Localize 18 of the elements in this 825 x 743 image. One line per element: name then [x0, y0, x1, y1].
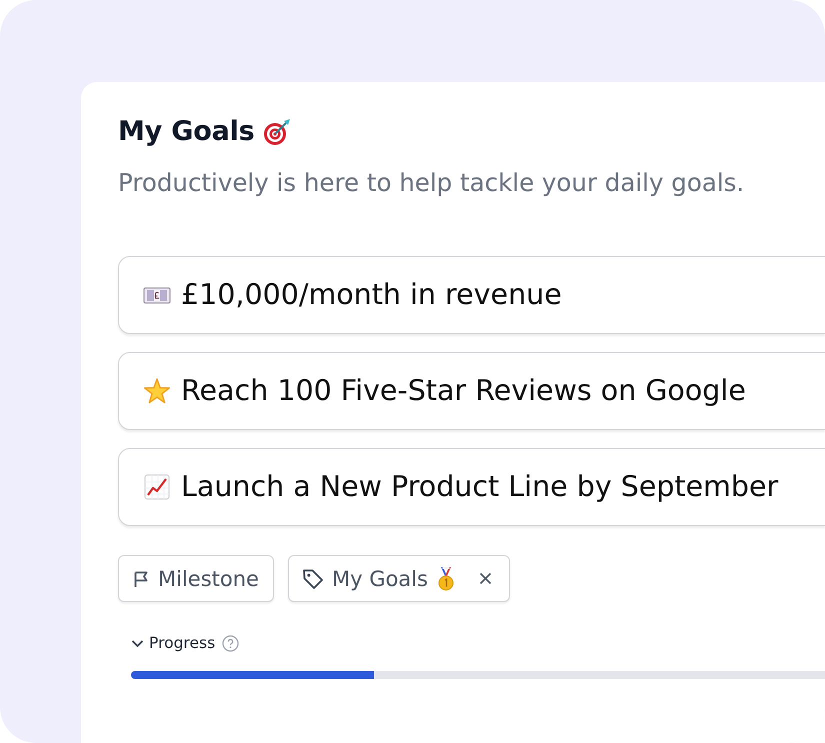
tag-icon — [302, 568, 324, 590]
subtitle-text: Productively is here to help tackle your daily goals. — [118, 168, 746, 198]
page-title: My Goals — [118, 116, 255, 148]
close-icon[interactable] — [478, 572, 492, 585]
target-icon — [262, 118, 291, 146]
progress-toggle[interactable]: Progress — [131, 633, 216, 653]
goal-text: Launch a New Product Line by September — [181, 469, 778, 505]
goal-text: Reach 100 Five-Star Reviews on Google — [181, 373, 746, 409]
flag-icon — [132, 570, 150, 588]
medal-icon — [436, 566, 455, 590]
goal-item[interactable]: Launch a New Product Line by September — [118, 448, 825, 526]
rising-chart-icon — [143, 473, 171, 501]
goal-item[interactable]: £10,000/month in revenue — [118, 256, 825, 334]
tag-chip[interactable]: My Goals — [288, 555, 510, 602]
star-icon — [143, 377, 171, 405]
goal-text: £10,000/month in revenue — [181, 277, 562, 313]
milestone-button[interactable]: Milestone — [118, 555, 274, 602]
goal-item[interactable]: Reach 100 Five-Star Reviews on Google — [118, 352, 825, 430]
